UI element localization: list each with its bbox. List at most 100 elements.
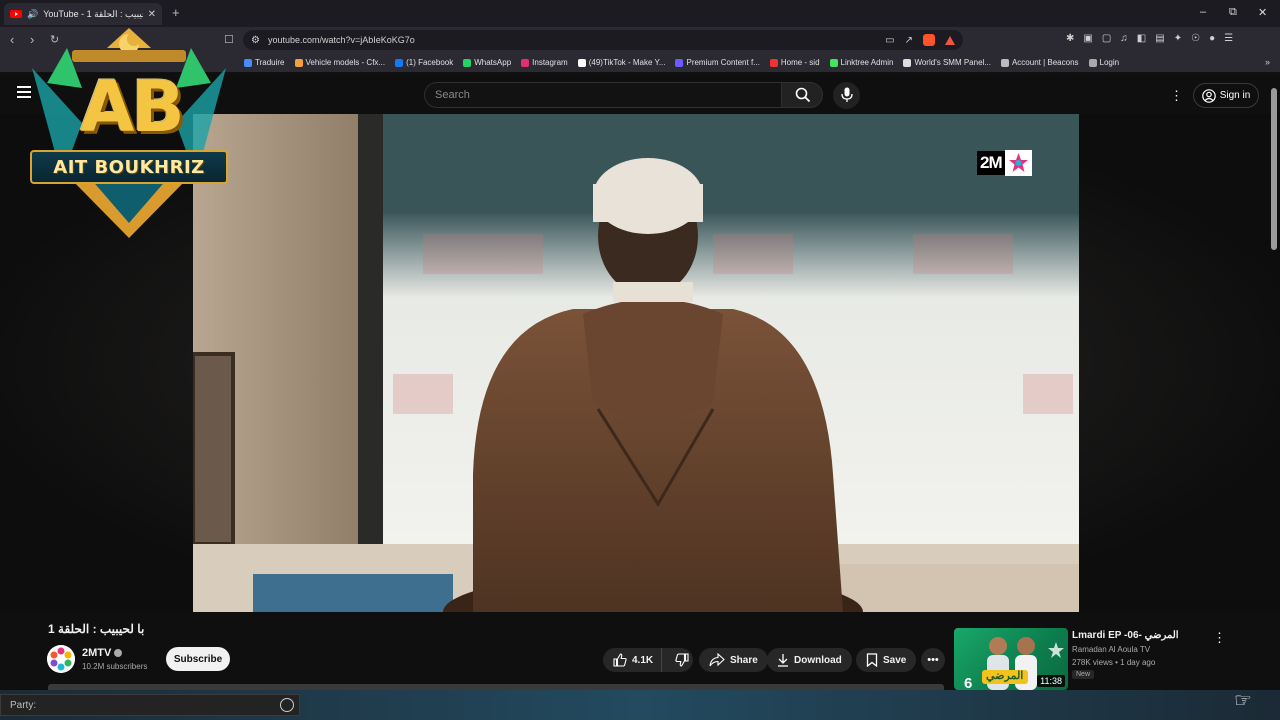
url-text[interactable]: youtube.com/watch?v=jAbIeKoKG7o	[268, 35, 415, 45]
youtube-icon	[10, 10, 22, 18]
share-button[interactable]: Share	[699, 648, 768, 672]
more-actions-button[interactable]: •••	[921, 648, 945, 672]
channel-avatar[interactable]	[47, 645, 75, 673]
recommended-menu-icon[interactable]: ⋮	[1213, 630, 1226, 646]
video-frame[interactable]	[193, 114, 1079, 612]
search-input[interactable]	[424, 82, 781, 108]
search-button[interactable]	[781, 82, 823, 108]
search-icon	[795, 87, 811, 103]
save-button[interactable]: Save	[856, 648, 917, 672]
brave-rewards-icon[interactable]	[945, 35, 955, 45]
bookmark-label: (49)TikTok - Make Y...	[588, 58, 666, 67]
subscribe-button[interactable]: Subscribe	[166, 647, 230, 671]
puzzle-icon[interactable]: ▣	[1083, 33, 1092, 44]
new-tab-button[interactable]: +	[172, 5, 180, 20]
channel-name[interactable]: 2MTV	[82, 647, 111, 659]
thumbs-down-icon	[675, 653, 689, 667]
bookmark-favicon-icon	[395, 58, 404, 67]
bookmark-item[interactable]: Premium Content f...	[675, 58, 760, 67]
bookmark-label: Instagram	[532, 58, 568, 67]
bookmark-favicon-icon	[769, 58, 778, 67]
bookmark-favicon-icon	[577, 58, 586, 67]
restore-button[interactable]: ⧉	[1229, 6, 1237, 19]
video-duration: 11:38	[1037, 675, 1065, 687]
site-info-icon[interactable]: ⚙	[251, 35, 260, 46]
2mtv-logo-icon	[47, 645, 75, 673]
close-window-button[interactable]: ✕	[1258, 6, 1267, 19]
subscriber-count: 10.2M subscribers	[82, 662, 148, 671]
settings-menu-icon[interactable]: ⋮	[1170, 88, 1183, 104]
bookmark-item[interactable]: Account | Beacons	[1000, 58, 1079, 67]
save-label: Save	[883, 654, 907, 666]
bookmark-item[interactable]: Login	[1088, 58, 1119, 67]
sidebar-icon[interactable]: ◧	[1137, 33, 1146, 44]
channel-watermark-logo: AB AIT BOUKHRIZ	[22, 28, 236, 240]
verified-badge-icon	[114, 649, 122, 657]
bookmark-label: Home - sid	[780, 58, 820, 67]
video-details: با لحيبيب : الحلقة 1 2MTV 10.2M subscrib…	[0, 612, 1280, 690]
extension-icon[interactable]: ✱	[1066, 33, 1074, 44]
bookmark-favicon-icon	[294, 58, 303, 67]
wallet-icon[interactable]: ▤	[1155, 33, 1164, 44]
leo-icon[interactable]: ✦	[1174, 33, 1182, 44]
screenshot-icon[interactable]: ▢	[1102, 33, 1111, 44]
recommended-thumbnail[interactable]: المرضي 6 11:38	[954, 628, 1068, 690]
cursor-icon: ☞	[1234, 690, 1252, 712]
bookmarks-more-button[interactable]: »	[1265, 57, 1270, 67]
party-field[interactable]: Party:	[0, 694, 300, 716]
bookmark-favicon-icon	[829, 58, 838, 67]
bookmark-label: World's SMM Panel...	[914, 58, 991, 67]
bookmark-item[interactable]: Linktree Admin	[829, 58, 893, 67]
menu-icon[interactable]: ☰	[1224, 33, 1233, 44]
thumbnail-title-text: المرضي	[986, 670, 1024, 682]
browser-tab-youtube[interactable]: 🔊 YouTube - با لحيبيب : الحلقة 1 ✕	[4, 3, 162, 25]
bookmark-item[interactable]: Instagram	[521, 58, 568, 67]
vpn-icon[interactable]: ☉	[1191, 33, 1200, 44]
bookmark-favicon-icon	[244, 58, 252, 67]
share-page-icon[interactable]: ↗	[905, 35, 913, 46]
brave-shields-icon[interactable]	[923, 34, 935, 46]
sign-in-button[interactable]: Sign in	[1193, 83, 1259, 108]
thumbs-up-icon	[613, 653, 627, 667]
like-button[interactable]: 4.1K	[603, 648, 663, 672]
bookmark-item[interactable]: (49)TikTok - Make Y...	[577, 58, 666, 67]
2m-logo-text: 2M	[977, 151, 1005, 175]
bookmark-item[interactable]: Traduire	[244, 58, 285, 67]
bookmark-item[interactable]: World's SMM Panel...	[903, 58, 991, 67]
back-icon[interactable]: ‹	[10, 32, 14, 47]
profile-icon[interactable]: ●	[1209, 33, 1215, 44]
episode-number: 6	[964, 675, 973, 690]
close-tab-icon[interactable]: ✕	[148, 9, 156, 20]
watermark-banner: AIT BOUKHRIZ	[30, 150, 228, 184]
bookmark-label: Traduire	[255, 58, 285, 67]
bookmark-favicon-icon	[463, 58, 472, 67]
bookmark-label: Premium Content f...	[686, 58, 760, 67]
microphone-icon	[841, 87, 853, 102]
voice-search-button[interactable]	[833, 82, 860, 109]
music-icon[interactable]: ♫	[1120, 33, 1128, 44]
watermark-name: AIT BOUKHRIZ	[53, 156, 205, 178]
cast-icon[interactable]: ▭	[885, 35, 894, 46]
minimize-button[interactable]: –	[1200, 6, 1206, 18]
bookmark-item[interactable]: (1) Facebook	[395, 58, 453, 67]
bookmark-item[interactable]: WhatsApp	[463, 58, 511, 67]
save-playlist-icon	[866, 653, 878, 667]
speaker-icon[interactable]: 🔊	[27, 9, 38, 20]
browser-tab-strip: 🔊 YouTube - با لحيبيب : الحلقة 1 ✕ + – ⧉…	[0, 0, 1280, 27]
address-bar[interactable]: ⚙ youtube.com/watch?v=jAbIeKoKG7o ▭ ↗	[243, 30, 963, 50]
dislike-button[interactable]	[667, 648, 697, 672]
bookmark-favicon-icon	[903, 58, 912, 67]
bookmark-favicon-icon	[675, 58, 684, 67]
like-dislike-group: 4.1K	[603, 648, 693, 672]
bookmark-favicon-icon	[1000, 58, 1009, 67]
page-scrollbar[interactable]	[1271, 88, 1277, 250]
download-button[interactable]: Download	[767, 648, 852, 672]
bookmark-label: Vehicle models - Cfx...	[305, 58, 386, 67]
recommended-title[interactable]: Lmardi EP -06- المرضي	[1072, 630, 1179, 641]
recommended-channel[interactable]: Ramadan Al Aoula TV	[1072, 645, 1150, 654]
party-status-icon[interactable]	[280, 698, 294, 712]
bookmark-item[interactable]: Vehicle models - Cfx...	[294, 58, 386, 67]
bookmark-item[interactable]: Home - sid	[769, 58, 820, 67]
video-title: با لحيبيب : الحلقة 1	[48, 622, 145, 636]
2m-channel-logo: 2M	[977, 150, 1032, 176]
